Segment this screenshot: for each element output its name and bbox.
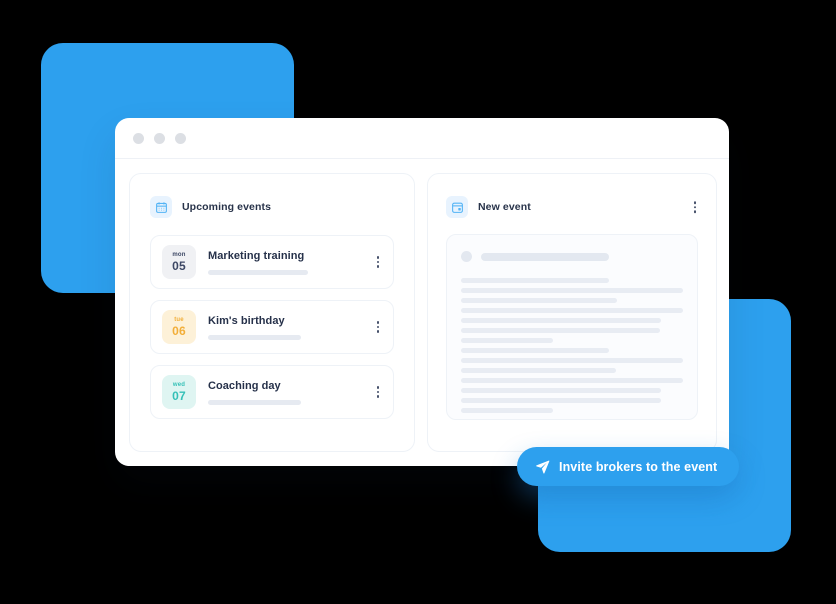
event-text-block: Kim's birthday — [208, 315, 367, 340]
upcoming-events-header: Upcoming events — [150, 196, 394, 218]
screenshot-stage: Upcoming events mon 05 Marketing training t… — [0, 0, 836, 604]
skeleton-line — [461, 338, 553, 343]
event-date-badge: wed 07 — [162, 375, 196, 409]
event-row[interactable]: mon 05 Marketing training — [150, 235, 394, 289]
event-title: Kim's birthday — [208, 314, 285, 327]
event-title: Coaching day — [208, 379, 281, 392]
skeleton-line — [461, 378, 683, 383]
row-kebab-menu[interactable] — [376, 256, 379, 268]
skeleton-line — [461, 348, 609, 353]
browser-window: Upcoming events mon 05 Marketing training t… — [115, 118, 729, 466]
invite-brokers-label: Invite brokers to the event — [559, 459, 718, 474]
skeleton-text-lines — [461, 278, 683, 413]
window-body: Upcoming events mon 05 Marketing training t… — [115, 159, 729, 466]
window-titlebar — [115, 118, 729, 159]
skeleton-line — [461, 278, 609, 283]
event-date-day: 07 — [172, 389, 186, 403]
skeleton-line — [461, 328, 660, 333]
event-row[interactable]: tue 06 Kim's birthday — [150, 300, 394, 354]
invite-brokers-button[interactable]: Invite brokers to the event — [517, 447, 740, 486]
event-subtitle-placeholder-bar — [208, 399, 301, 405]
event-subtitle-placeholder-bar — [208, 269, 308, 275]
event-date-weekday: mon — [172, 252, 186, 258]
event-row[interactable]: wed 07 Coaching day — [150, 365, 394, 419]
event-card-icon — [446, 196, 468, 218]
upcoming-events-panel: Upcoming events mon 05 Marketing training t… — [129, 173, 415, 452]
skeleton-line — [461, 368, 616, 373]
event-content-skeleton — [446, 234, 698, 420]
window-dot-close[interactable] — [133, 132, 144, 144]
event-date-weekday: wed — [172, 382, 186, 388]
window-dot-minimize[interactable] — [154, 132, 165, 144]
skeleton-line — [461, 398, 661, 403]
calendar-icon — [150, 196, 172, 218]
event-date-day: 05 — [172, 259, 186, 273]
skeleton-line — [461, 298, 617, 303]
skeleton-line — [461, 288, 683, 293]
send-icon — [535, 459, 550, 474]
skeleton-line — [461, 308, 683, 313]
window-dot-maximize[interactable] — [175, 132, 186, 144]
upcoming-events-title: Upcoming events — [182, 201, 272, 213]
skeleton-line — [461, 358, 683, 363]
event-date-weekday: tue — [174, 317, 184, 323]
event-title: Marketing training — [208, 249, 305, 262]
skeleton-line — [461, 408, 553, 413]
events-list: mon 05 Marketing training tue 06 Kim's birthd… — [150, 235, 394, 419]
row-kebab-menu[interactable] — [376, 386, 379, 398]
skeleton-header-bar — [481, 252, 609, 261]
event-subtitle-placeholder-bar — [208, 334, 301, 340]
row-kebab-menu[interactable] — [376, 321, 379, 333]
panel-kebab-menu[interactable] — [692, 199, 699, 215]
skeleton-line — [461, 318, 661, 323]
event-date-badge: mon 05 — [162, 245, 196, 279]
new-event-panel: New event — [427, 173, 717, 452]
event-text-block: Marketing training — [208, 250, 367, 275]
skeleton-line — [461, 388, 661, 393]
event-date-badge: tue 06 — [162, 310, 196, 344]
new-event-title: New event — [478, 201, 531, 213]
skeleton-avatar — [461, 251, 472, 262]
new-event-header: New event — [446, 196, 698, 218]
event-text-block: Coaching day — [208, 380, 367, 405]
skeleton-header-row — [461, 251, 683, 262]
event-date-day: 06 — [172, 324, 186, 338]
